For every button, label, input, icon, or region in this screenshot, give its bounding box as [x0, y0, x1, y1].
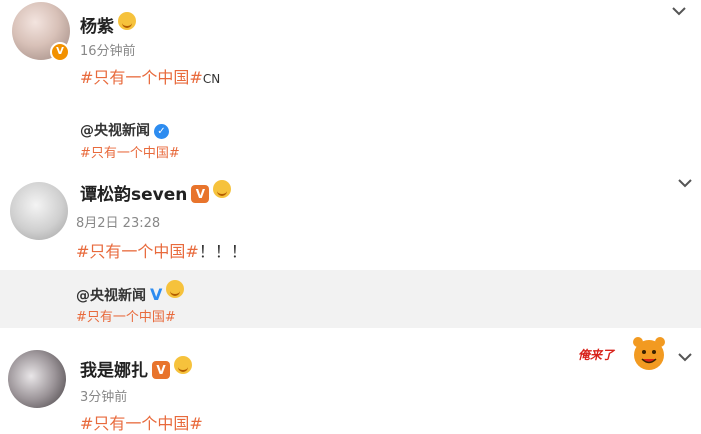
quote-topic-tag[interactable]: #只有一个中国# [76, 306, 176, 325]
avatar[interactable] [8, 350, 66, 408]
emoji-icon [213, 180, 232, 198]
chevron-down-icon[interactable] [676, 348, 694, 366]
post-yangzi: V 杨紫 16分钟前 #只有一个中国#CN @央视新闻 ✓ #只有一个中国# [0, 0, 701, 161]
emoji-icon [166, 280, 185, 298]
sticker-icon: 俺来了 [578, 334, 670, 372]
avatar[interactable] [10, 182, 68, 240]
post-content: #只有一个中国#CN [80, 64, 220, 88]
post-time: 8月2日 23:28 [76, 216, 161, 231]
quote-username[interactable]: @央视新闻 V [76, 280, 185, 305]
topic-tag[interactable]: #只有一个中国# [80, 68, 203, 87]
vip-v-icon: V [152, 361, 170, 379]
post-time: 16分钟前 [80, 44, 136, 59]
post-nazha: 我是娜扎 V 3分钟前 #只有一个中国# 俺来了 [0, 330, 701, 434]
post-username[interactable]: 杨紫 [80, 12, 136, 37]
verified-blue-icon: ✓ [154, 124, 169, 139]
verified-v-icon: V [150, 285, 163, 304]
topic-tag[interactable]: #只有一个中国# [80, 414, 203, 433]
chevron-down-icon[interactable] [670, 2, 688, 20]
topic-tag[interactable]: #只有一个中国# [76, 242, 199, 261]
verified-badge-icon: V [50, 42, 70, 62]
chevron-down-icon[interactable] [676, 174, 694, 192]
post-text: CN [202, 72, 221, 86]
quote-topic-tag[interactable]: #只有一个中国# [80, 142, 180, 161]
post-time: 3分钟前 [80, 390, 128, 405]
emoji-icon [174, 356, 192, 374]
sticker-text: 俺来了 [578, 348, 615, 362]
post-username[interactable]: 谭松韵seven V [80, 180, 232, 205]
post-text: ！！！ [198, 242, 247, 261]
post-username[interactable]: 我是娜扎 V [80, 356, 192, 381]
emoji-icon [118, 12, 136, 30]
post-tansongyun: 谭松韵seven V 8月2日 23:28 #只有一个中国#！！！ @央视新闻 V … [0, 168, 701, 328]
post-content: #只有一个中国#！！！ [76, 238, 247, 262]
quote-username[interactable]: @央视新闻 ✓ [80, 120, 169, 140]
post-content: #只有一个中国# [80, 410, 203, 434]
vip-v-icon: V [191, 185, 210, 203]
